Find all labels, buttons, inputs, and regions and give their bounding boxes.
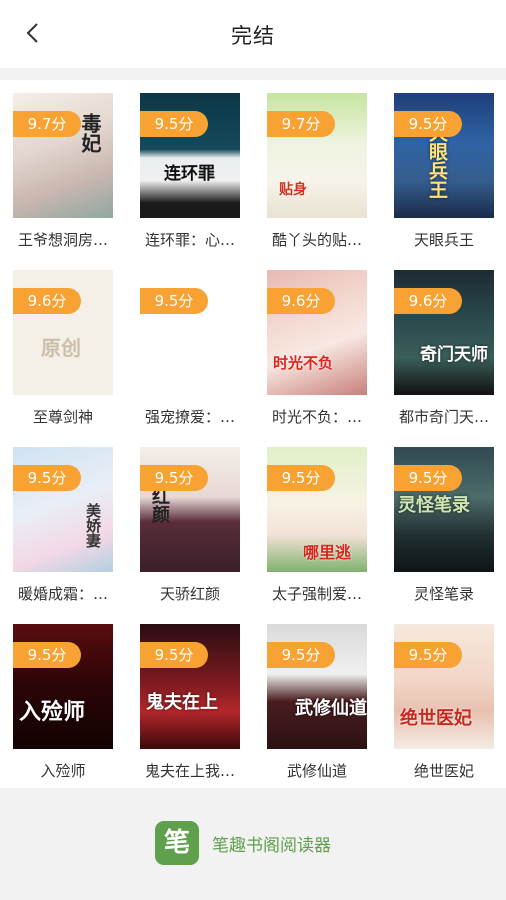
divider — [0, 68, 506, 80]
rating-badge: 9.7分 — [267, 111, 335, 137]
app-logo-icon: 笔 — [155, 821, 199, 865]
rating-badge: 9.5分 — [394, 465, 462, 491]
rating-badge: 9.5分 — [140, 465, 208, 491]
rating-badge: 9.6分 — [394, 288, 462, 314]
book-title: 强宠撩爱：… — [144, 408, 235, 426]
rating-badge: 9.5分 — [13, 465, 81, 491]
rating-badge: 9.7分 — [13, 111, 81, 137]
page-title: 完结 — [231, 24, 275, 48]
book-title: 王爷想洞房… — [17, 231, 108, 249]
rating-badge: 9.5分 — [267, 465, 335, 491]
app-name: 笔趣书阁阅读器 — [212, 836, 331, 856]
rating-badge: 9.5分 — [394, 111, 462, 137]
book-title: 武修仙道 — [286, 762, 347, 780]
book-grid: 毒妃 9.7分 王爷想洞房… 连环罪 9.5分 连环罪：心… 贴身 9.7分 酷… — [0, 80, 506, 788]
book-title: 入殓师 — [40, 762, 86, 780]
book-title: 连环罪：心… — [144, 231, 235, 249]
book-title: 酷丫头的贴… — [271, 231, 362, 249]
book-title: 鬼夫在上我… — [144, 762, 235, 780]
footer: 笔 笔趣书阁阅读器 — [0, 788, 506, 900]
top-bar: 完结 — [0, 0, 506, 68]
book-title: 太子强制爱… — [271, 585, 362, 603]
rating-badge: 9.5分 — [267, 642, 335, 668]
book-title: 天眼兵王 — [413, 231, 474, 249]
book-title: 绝世医妃 — [413, 762, 474, 780]
book-title: 都市奇门天… — [398, 408, 489, 426]
rating-badge: 9.5分 — [140, 642, 208, 668]
book-title: 时光不负：… — [271, 408, 362, 426]
rating-badge: 9.5分 — [140, 111, 208, 137]
book-title: 灵怪笔录 — [413, 585, 474, 603]
rating-badge: 9.5分 — [13, 642, 81, 668]
rating-badge: 9.5分 — [140, 288, 208, 314]
rating-badge: 9.5分 — [394, 642, 462, 668]
rating-badge: 9.6分 — [267, 288, 335, 314]
book-title: 至尊剑神 — [32, 408, 93, 426]
book-title: 天骄红颜 — [159, 585, 220, 603]
rating-badge: 9.6分 — [13, 288, 81, 314]
book-title: 暖婚成霜：… — [17, 585, 108, 603]
